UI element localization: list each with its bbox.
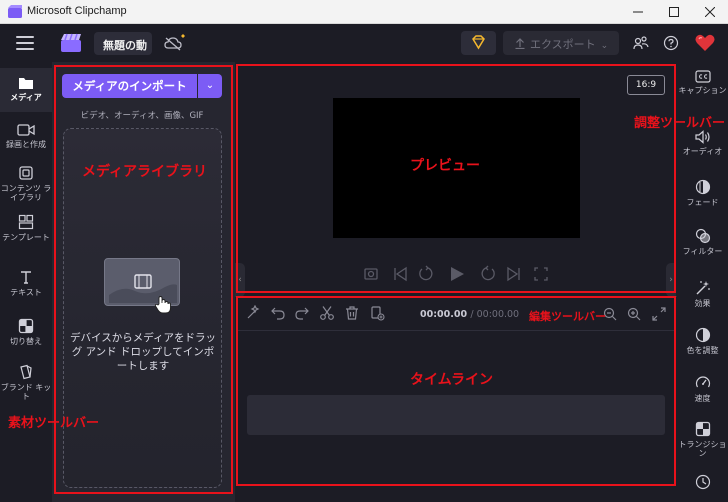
cloud-off-icon: [164, 34, 185, 51]
right-item-label: フェード: [686, 198, 719, 207]
window-title-bar: Microsoft Clipchamp: [0, 0, 728, 24]
nav-item-media[interactable]: メディア: [0, 68, 52, 112]
transition-icon: [18, 318, 34, 334]
project-name-field[interactable]: 無題の動: [94, 32, 152, 55]
right-item-fade[interactable]: フェード: [677, 179, 728, 207]
annotation-material-toolbar: 素材ツールバー: [8, 416, 100, 431]
right-item-effects[interactable]: 効果: [677, 280, 728, 308]
fade-icon: [695, 179, 710, 195]
close-icon: [704, 6, 716, 18]
right-item-speed[interactable]: 速度: [677, 375, 728, 403]
nav-item-record-create[interactable]: 録画と作成: [0, 123, 52, 149]
premium-button[interactable]: [461, 31, 496, 55]
clipchamp-logo-icon: [8, 5, 22, 18]
speed-icon: [695, 376, 710, 388]
heart-icon[interactable]: [694, 32, 716, 54]
brand-kit-icon: [20, 364, 32, 380]
maximize-button[interactable]: [656, 0, 692, 24]
clapperboard-icon: [61, 33, 81, 52]
chevron-down-icon: ⌄: [600, 41, 609, 51]
audio-icon: [694, 130, 710, 144]
nav-label: メディア: [10, 93, 42, 102]
right-item-transitions[interactable]: トランジション: [677, 421, 728, 458]
color-adjust-icon: [695, 327, 710, 343]
transition-icon: [695, 421, 710, 437]
nav-item-text[interactable]: テキスト: [0, 269, 52, 297]
text-icon: [21, 271, 31, 284]
nav-label: テンプレート: [2, 233, 50, 242]
right-item-label: 速度: [694, 394, 711, 403]
app-top-bar: 無題の動 エクスポート ⌄: [0, 24, 728, 62]
window-title: Microsoft Clipchamp: [27, 5, 127, 17]
folder-icon: [19, 78, 33, 89]
right-item-captions[interactable]: キャプション: [677, 70, 728, 95]
annotation-adjust-toolbar: 調整ツールバー: [634, 116, 726, 131]
export-label: エクスポート: [530, 38, 596, 51]
annotation-preview: プレビュー: [410, 158, 480, 174]
annotation-timeline: タイムライン: [410, 372, 494, 388]
nav-label: コンテンツ ライブラリ: [0, 184, 52, 202]
more-tools-icon[interactable]: [695, 474, 711, 490]
right-item-label: フィルター: [682, 247, 723, 256]
captions-icon: [694, 70, 711, 83]
annotation-box-timeline: [236, 296, 676, 486]
filter-icon: [695, 228, 710, 244]
effects-icon: [696, 281, 710, 295]
nav-item-brand-kit[interactable]: ブランド キット: [0, 364, 52, 401]
annotation-box-preview: [236, 64, 676, 293]
minimize-button[interactable]: [620, 0, 656, 24]
close-button[interactable]: [692, 0, 728, 24]
nav-label: 切り替え: [10, 337, 42, 346]
maximize-icon: [669, 7, 679, 17]
annotation-media-library: メディアライブラリ: [82, 164, 208, 180]
diamond-icon: [472, 35, 485, 50]
people-icon[interactable]: [633, 35, 649, 51]
help-icon[interactable]: [663, 35, 679, 51]
nav-label: 録画と作成: [6, 140, 46, 149]
cloud-sync-status[interactable]: [162, 32, 188, 56]
minimize-icon: [633, 11, 643, 13]
export-button[interactable]: エクスポート ⌄: [503, 31, 619, 55]
menu-icon[interactable]: [16, 36, 34, 50]
right-item-label: オーディオ: [682, 147, 723, 156]
content-library-icon: [19, 166, 33, 180]
templates-icon: [18, 214, 34, 230]
right-item-audio[interactable]: オーディオ: [677, 130, 728, 156]
left-navigation: メディア 録画と作成 コンテンツ ライブラリ テンプレート テキスト 切り替え …: [0, 62, 52, 502]
nav-label: テキスト: [10, 288, 42, 297]
nav-item-content-library[interactable]: コンテンツ ライブラリ: [0, 165, 52, 202]
nav-item-templates[interactable]: テンプレート: [0, 214, 52, 242]
nav-label: ブランド キット: [0, 383, 52, 401]
upload-icon: [515, 38, 525, 50]
right-item-label: 色を調整: [686, 346, 719, 355]
right-item-filter[interactable]: フィルター: [677, 228, 728, 256]
right-item-color-adjust[interactable]: 色を調整: [677, 327, 728, 355]
annotation-edit-toolbar: 編集ツールバー: [529, 310, 606, 323]
right-item-label: トランジション: [678, 440, 727, 458]
right-item-label: 効果: [694, 299, 711, 308]
nav-item-transitions[interactable]: 切り替え: [0, 318, 52, 346]
right-item-label: キャプション: [678, 86, 727, 95]
video-camera-icon: [17, 124, 35, 136]
